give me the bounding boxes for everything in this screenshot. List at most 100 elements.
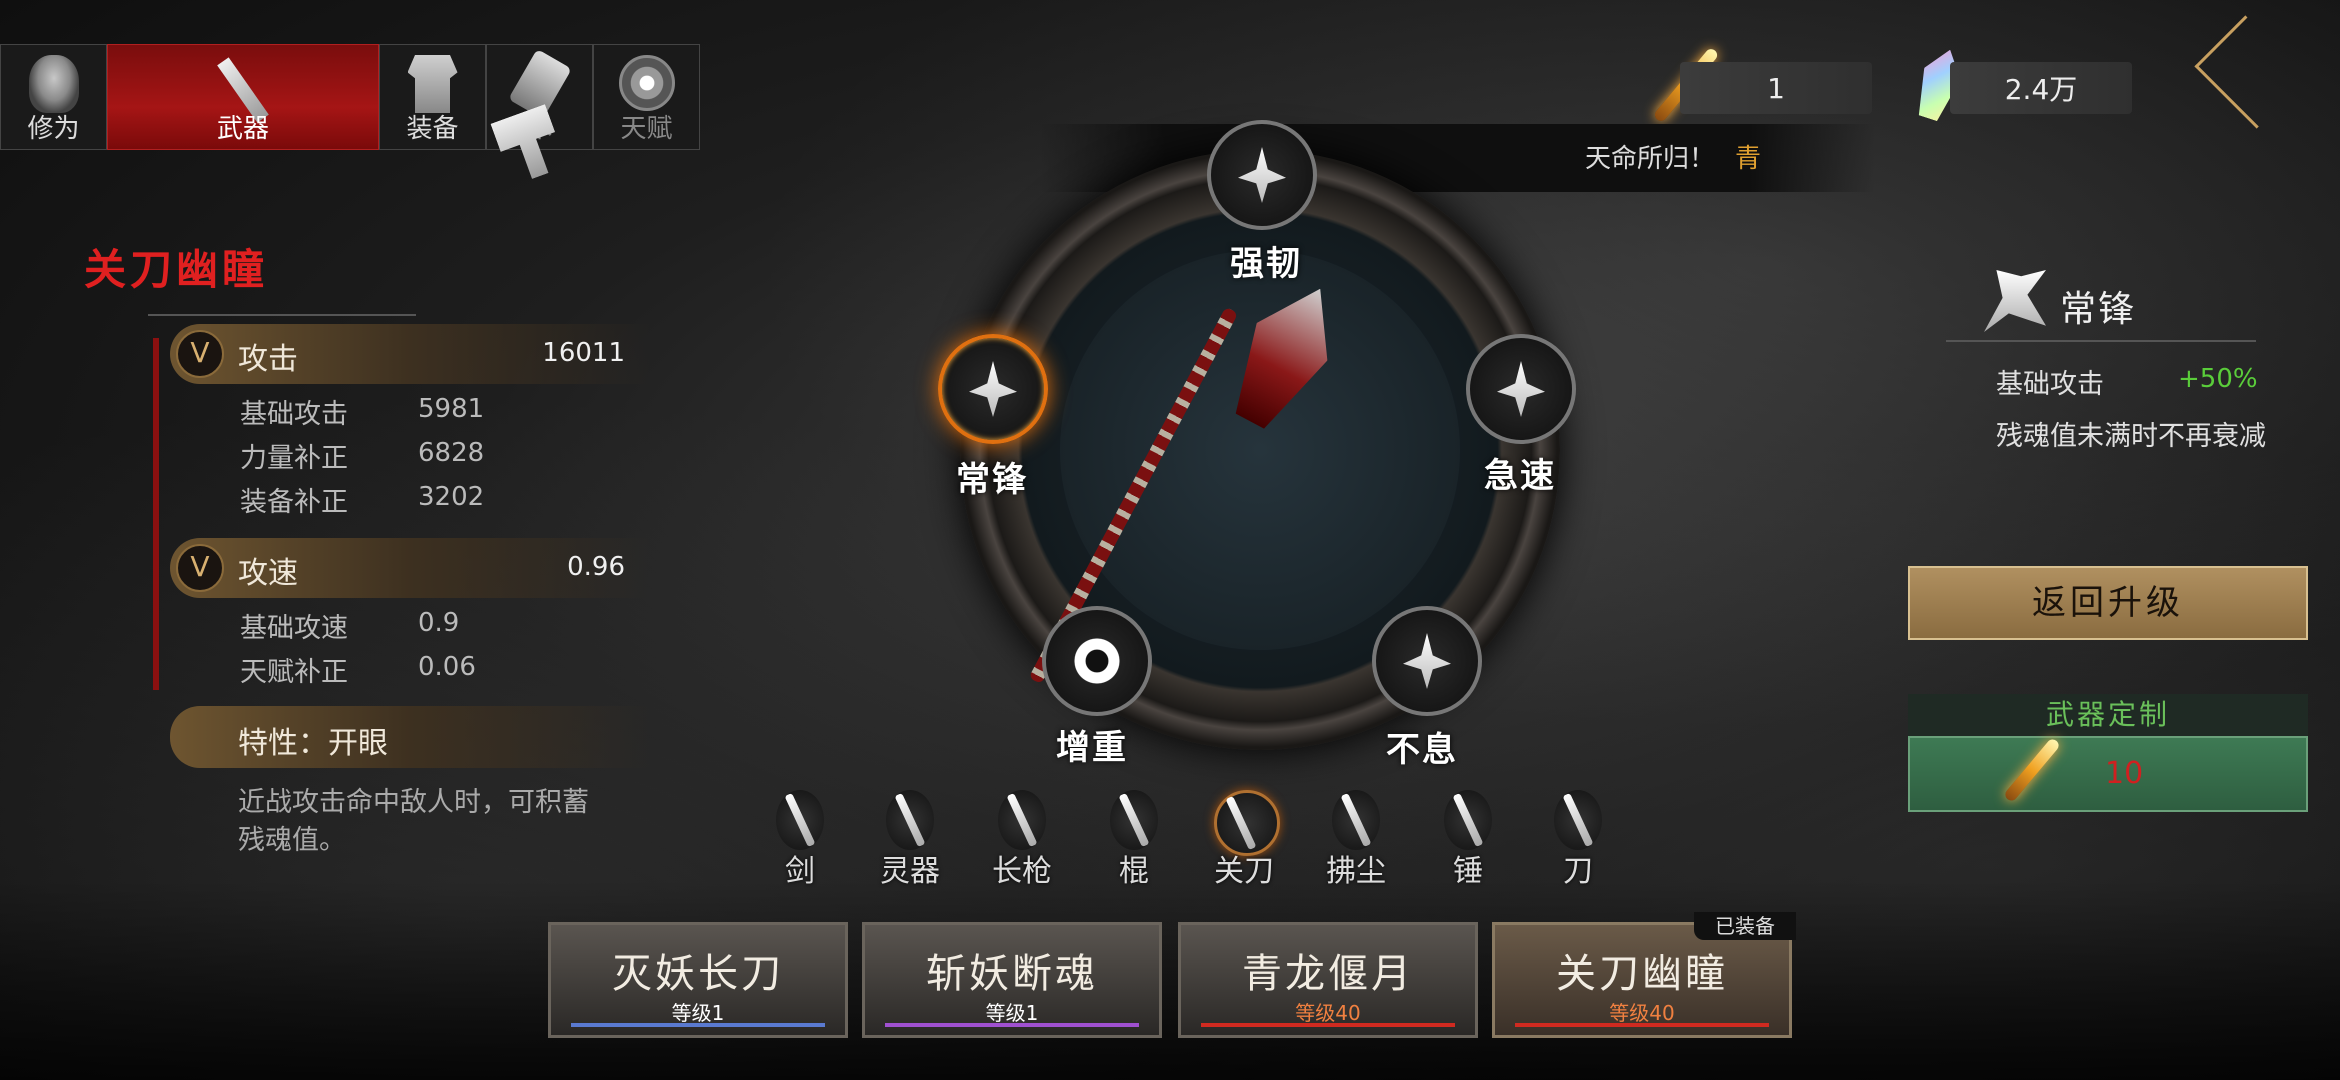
weapon-type-label: 拂尘	[1326, 854, 1386, 889]
tab-talent[interactable]: 天赋	[593, 44, 700, 150]
node-label-constant-edge: 常锋	[956, 460, 1028, 500]
weapon-type-staff[interactable]: 棍	[1094, 790, 1174, 890]
card-level: 等级1	[985, 1001, 1039, 1025]
weapon-card[interactable]: 灭妖长刀 等级1	[548, 922, 848, 1038]
spear-count: 1	[1767, 71, 1785, 105]
card-name: 关刀幽瞳	[1556, 951, 1728, 997]
detail-description: 残魂值未满时不再衰减	[1996, 421, 2266, 452]
equipped-badge: 已装备	[1694, 912, 1796, 940]
weapon-type-sword[interactable]: 剑	[760, 790, 840, 890]
stat-speed-header[interactable]: V 攻速 0.96	[170, 538, 650, 598]
card-name: 青龙偃月	[1242, 951, 1414, 997]
chevron-down-icon[interactable]: V	[176, 544, 224, 592]
taiji-icon	[618, 55, 675, 111]
weapon-name: 关刀幽瞳	[84, 245, 269, 294]
gem-counter: 2.4万	[1950, 62, 2132, 114]
spear-icon	[998, 790, 1046, 850]
trait-header: 特性：开眼	[170, 706, 650, 768]
weapon-type-label: 灵器	[880, 854, 940, 889]
whisk-icon	[1332, 790, 1380, 850]
substat-label: 天赋补正	[240, 657, 348, 688]
node-label-toughness: 强韧	[1230, 244, 1302, 284]
weapon-card[interactable]: 青龙偃月 等级40	[1178, 922, 1478, 1038]
sword-icon	[776, 790, 824, 850]
tab-label: 装备	[406, 114, 459, 144]
rarity-stripe	[1201, 1023, 1455, 1027]
tab-cultivation[interactable]: 修为	[0, 44, 107, 150]
blade-icon	[1554, 790, 1602, 850]
node-constant-edge[interactable]	[938, 334, 1048, 444]
spear-counter: 1	[1680, 62, 1872, 114]
chevron-down-icon[interactable]: V	[176, 330, 224, 378]
card-level: 等级1	[671, 1001, 725, 1025]
substat-label: 基础攻速	[240, 613, 348, 644]
stat-value: 0.96	[567, 552, 625, 582]
return-upgrade-button[interactable]: 返回升级	[1908, 566, 2308, 640]
weapon-custom-header: 武器定制	[1908, 694, 2308, 736]
claw-blade-icon	[969, 361, 1017, 417]
weapon-type-label: 关刀	[1214, 854, 1274, 889]
substat-value: 3202	[418, 482, 485, 512]
node-endless[interactable]	[1372, 606, 1482, 716]
divider	[148, 314, 416, 316]
weapon-type-whisk[interactable]: 拂尘	[1316, 790, 1396, 890]
face-icon	[28, 55, 79, 113]
node-toughness[interactable]	[1207, 120, 1317, 230]
top-tab-bar: 修为 武器 装备 术 天赋	[0, 44, 700, 152]
stat-attack-header[interactable]: V 攻击 16011	[170, 324, 650, 384]
gem-count: 2.4万	[2004, 73, 2078, 106]
robe-icon	[407, 55, 458, 113]
tab-label: 修为	[27, 114, 80, 144]
weapon-type-hammer[interactable]: 锤	[1428, 790, 1508, 890]
banner-text: 天命所归！	[1585, 144, 1716, 174]
bottom-shadow	[0, 880, 2340, 1080]
trait-label: 特性：开眼	[238, 726, 388, 761]
tab-label: 天赋	[620, 114, 673, 144]
node-label-endless: 不息	[1386, 730, 1458, 770]
weapon-custom-button[interactable]: 10	[1908, 736, 2308, 812]
substat-label: 装备补正	[240, 487, 348, 518]
rarity-stripe	[1515, 1023, 1769, 1027]
weapon-type-label: 棍	[1119, 854, 1149, 889]
stat-label: 攻速	[238, 556, 298, 591]
rarity-stripe	[885, 1023, 1139, 1027]
rarity-stripe	[571, 1023, 825, 1027]
substat-value: 0.06	[418, 652, 476, 682]
substat-value: 5981	[418, 394, 485, 424]
vortex-icon	[1073, 633, 1121, 689]
card-name: 斩妖断魂	[926, 951, 1098, 997]
weapon-type-label: 刀	[1563, 854, 1593, 889]
weapon-type-guandao[interactable]: 关刀	[1204, 790, 1284, 890]
dragon-icon	[886, 790, 934, 850]
node-label-swiftness: 急速	[1484, 456, 1556, 496]
node-swiftness[interactable]	[1466, 334, 1576, 444]
weapon-type-spear[interactable]: 长枪	[982, 790, 1062, 890]
card-name: 灭妖长刀	[612, 951, 784, 997]
stat-label: 攻击	[238, 342, 298, 377]
crescent-blade-icon	[1497, 361, 1545, 417]
substat-value: 6828	[418, 438, 485, 468]
card-level: 等级40	[1609, 1001, 1675, 1025]
sword-burst-icon	[1238, 147, 1286, 203]
scroll-track[interactable]	[153, 338, 159, 690]
trait-description: 近战攻击命中敌人时，可积蓄残魂值。	[238, 787, 589, 856]
tab-equipment[interactable]: 装备	[379, 44, 486, 150]
banner-highlight: 青	[1735, 144, 1762, 174]
detail-stat-label: 基础攻击	[1996, 369, 2104, 400]
weapon-type-label: 锤	[1453, 854, 1483, 889]
weapon-card[interactable]: 斩妖断魂 等级1	[862, 922, 1162, 1038]
substat-label: 力量补正	[240, 443, 348, 474]
card-level: 等级40	[1295, 1001, 1361, 1025]
staff-icon	[1110, 790, 1158, 850]
divider	[1946, 340, 2256, 342]
spear-currency-icon	[2002, 737, 2062, 803]
weapon-type-spirit[interactable]: 灵器	[870, 790, 950, 890]
substat-value: 0.9	[418, 608, 460, 638]
detail-title: 常锋	[2060, 289, 2137, 330]
tab-label: 武器	[216, 114, 269, 144]
tab-weapon[interactable]: 武器	[107, 44, 379, 150]
custom-cost: 10	[2105, 756, 2144, 791]
weapon-type-blade[interactable]: 刀	[1538, 790, 1618, 890]
weapon-type-label: 剑	[785, 854, 815, 889]
node-weight[interactable]	[1042, 606, 1152, 716]
